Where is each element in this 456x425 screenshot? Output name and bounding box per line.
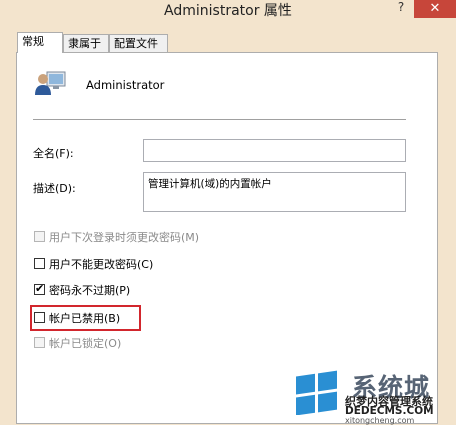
tab-general[interactable]: 常规: [17, 32, 63, 53]
properties-dialog: Administrator 属性 ? ✕ 常规 隶属于 配置文件 Adminis…: [0, 0, 456, 425]
fullname-label: 全名(F):: [33, 147, 74, 160]
description-label: 描述(D):: [33, 182, 76, 195]
checkbox[interactable]: [34, 258, 45, 269]
windows-logo-icon: [296, 370, 337, 415]
description-field[interactable]: 管理计算机(域)的内置帐户: [143, 172, 406, 212]
close-icon: ✕: [429, 1, 441, 16]
user-account-icon: [35, 71, 66, 95]
close-button[interactable]: ✕: [414, 0, 456, 18]
option-label: 帐户已锁定(O): [49, 337, 122, 350]
account-name: Administrator: [86, 78, 165, 92]
window-title: Administrator 属性: [164, 3, 292, 19]
checkbox[interactable]: [34, 337, 45, 348]
title-bar[interactable]: Administrator 属性 ? ✕: [0, 0, 456, 23]
help-button[interactable]: ?: [390, 0, 412, 16]
checkbox[interactable]: [34, 231, 45, 242]
separator: [33, 119, 406, 120]
tab-profile[interactable]: 配置文件: [109, 34, 168, 52]
checkmark-icon: ✔: [35, 282, 45, 295]
fullname-field[interactable]: [143, 139, 406, 162]
option-label: 用户下次登录时须更改密码(M): [49, 231, 200, 244]
option-label: 用户不能更改密码(C): [49, 258, 154, 271]
option-label: 密码永不过期(P): [49, 284, 131, 297]
highlight-box: [30, 305, 141, 331]
checkbox[interactable]: ✔: [34, 282, 45, 295]
tab-member-of[interactable]: 隶属于: [63, 34, 109, 52]
